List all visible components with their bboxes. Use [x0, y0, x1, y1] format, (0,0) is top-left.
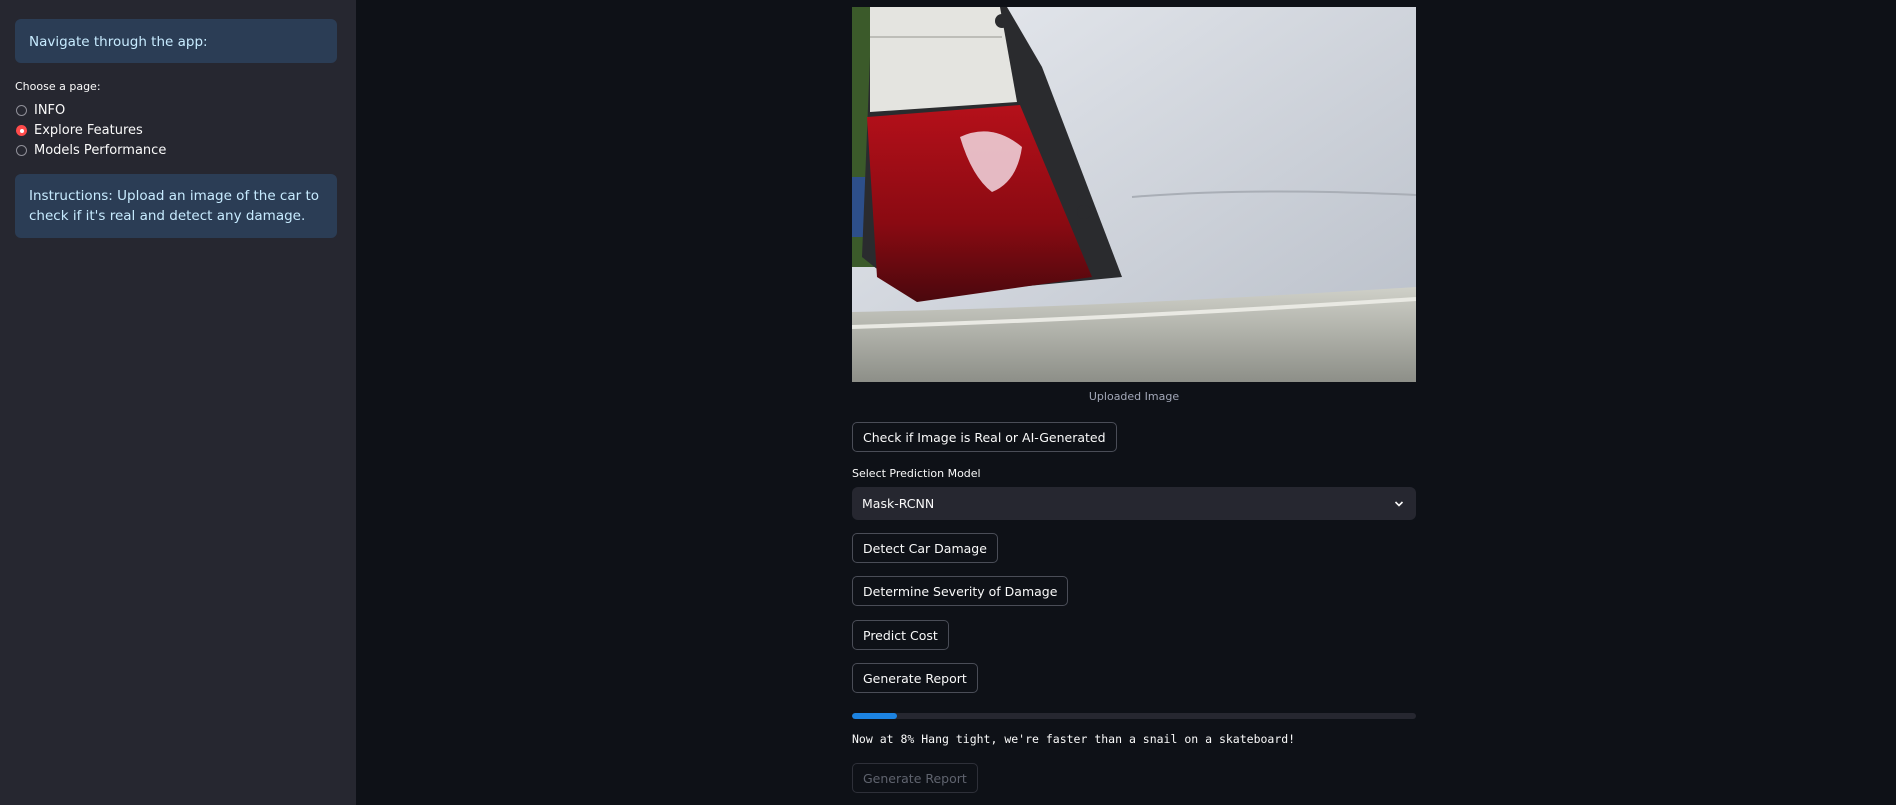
progress-bar — [852, 713, 1416, 719]
nav-info-box: Navigate through the app: — [15, 19, 337, 63]
radio-option-label: INFO — [34, 103, 66, 118]
car-photo-drawing — [852, 7, 1416, 382]
radio-option-explore-features[interactable]: Explore Features — [16, 123, 143, 138]
radio-unselected-icon[interactable] — [16, 145, 27, 156]
radio-option-label: Models Performance — [34, 143, 167, 158]
check-real-ai-button[interactable]: Check if Image is Real or AI-Generated — [852, 422, 1117, 452]
nav-info-text: Navigate through the app: — [29, 34, 208, 50]
uploaded-car-image — [852, 7, 1416, 382]
prediction-model-select[interactable]: Mask-RCNN — [852, 487, 1416, 520]
radio-selected-icon[interactable] — [16, 125, 27, 136]
radio-option-models-performance[interactable]: Models Performance — [16, 143, 166, 158]
severity-button[interactable]: Determine Severity of Damage — [852, 576, 1069, 606]
page-radio-label: Choose a page: — [15, 80, 101, 93]
generate-report-button[interactable]: Generate Report — [852, 663, 978, 693]
instructions-text: Instructions: Upload an image of the car… — [29, 188, 320, 224]
radio-unselected-icon[interactable] — [16, 105, 27, 116]
generate-report-button-disabled: Generate Report — [852, 763, 978, 793]
detect-damage-button[interactable]: Detect Car Damage — [852, 533, 998, 563]
sidebar: Navigate through the app: Choose a page:… — [0, 0, 356, 805]
progress-fill — [852, 713, 898, 719]
chevron-down-icon[interactable] — [1394, 499, 1404, 509]
instructions-box: Instructions: Upload an image of the car… — [15, 174, 337, 238]
select-model-label: Select Prediction Model — [852, 467, 981, 480]
radio-option-info[interactable]: INFO — [16, 103, 65, 118]
predict-cost-button[interactable]: Predict Cost — [852, 620, 949, 650]
progress-status-text: Now at 8% Hang tight, we're faster than … — [852, 732, 1296, 746]
image-caption: Uploaded Image — [1088, 390, 1180, 403]
radio-option-label: Explore Features — [34, 123, 143, 138]
select-value: Mask-RCNN — [862, 496, 935, 511]
